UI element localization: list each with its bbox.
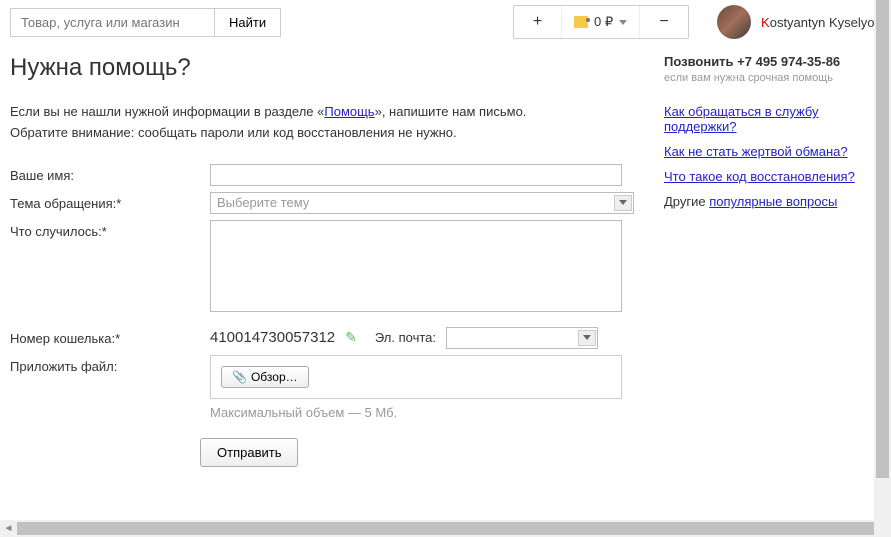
- name-label: Ваше имя:: [10, 164, 210, 183]
- wallet-label: Номер кошелька:*: [10, 327, 210, 346]
- help-link[interactable]: Помощь: [324, 104, 374, 119]
- other-questions: Другие популярные вопросы: [664, 194, 884, 209]
- scrollbar-corner: [874, 520, 891, 537]
- money-group: + 0 ₽ −: [513, 5, 689, 39]
- page-title: Нужна помощь?: [10, 54, 634, 82]
- email-select[interactable]: [446, 327, 598, 349]
- wallet-icon: [574, 16, 588, 28]
- header: Найти + 0 ₽ − Kostyantyn Kyselyov: [10, 5, 881, 54]
- select-handle-icon: [614, 195, 632, 211]
- desc-textarea[interactable]: [210, 220, 622, 312]
- withdraw-money-button[interactable]: −: [640, 6, 688, 38]
- desc-label: Что случилось:*: [10, 220, 210, 239]
- select-handle-icon: [578, 330, 596, 346]
- call-subtitle: если вам нужна срочная помощь: [664, 72, 884, 84]
- email-label: Эл. почта:: [375, 330, 436, 345]
- file-dropzone: 📎 Обзор…: [210, 355, 622, 399]
- scroll-left-icon[interactable]: ◄: [0, 520, 17, 537]
- chevron-down-icon: [619, 20, 627, 25]
- attach-label: Приложить файл:: [10, 355, 210, 374]
- clip-icon: 📎: [232, 370, 247, 384]
- avatar[interactable]: [717, 5, 751, 39]
- search-button[interactable]: Найти: [215, 8, 281, 37]
- scrollbar-vertical[interactable]: [874, 0, 891, 521]
- username[interactable]: Kostyantyn Kyselyov: [761, 15, 881, 30]
- faq-link-support[interactable]: Как обращаться в службу поддержки?: [664, 104, 884, 134]
- faq-link-recovery[interactable]: Что такое код восстановления?: [664, 169, 884, 184]
- wallet-number: 410014730057312: [210, 329, 335, 346]
- submit-button[interactable]: Отправить: [200, 438, 298, 467]
- search-input[interactable]: [10, 8, 215, 37]
- sidebar: Позвонить +7 495 974-35-86 если вам нужн…: [664, 54, 884, 467]
- edit-wallet-icon[interactable]: ✎: [345, 329, 357, 346]
- popular-questions-link[interactable]: популярные вопросы: [709, 194, 837, 209]
- call-title: Позвонить +7 495 974-35-86: [664, 54, 884, 69]
- subject-label: Тема обращения:*: [10, 192, 210, 211]
- balance-dropdown[interactable]: 0 ₽: [562, 6, 640, 38]
- name-input[interactable]: [210, 164, 622, 186]
- scrollbar-thumb[interactable]: [876, 0, 889, 478]
- browse-button[interactable]: 📎 Обзор…: [221, 366, 309, 388]
- scrollbar-thumb[interactable]: [17, 522, 874, 535]
- faq-link-fraud[interactable]: Как не стать жертвой обмана?: [664, 144, 884, 159]
- file-note: Максимальный объем — 5 Мб.: [210, 405, 634, 420]
- subject-select[interactable]: Выберите тему: [210, 192, 634, 214]
- balance-value: 0 ₽: [594, 14, 613, 30]
- add-money-button[interactable]: +: [514, 6, 562, 38]
- scrollbar-horizontal[interactable]: ◄ ►: [0, 520, 891, 537]
- intro-text: Если вы не нашли нужной информации в раз…: [10, 102, 634, 144]
